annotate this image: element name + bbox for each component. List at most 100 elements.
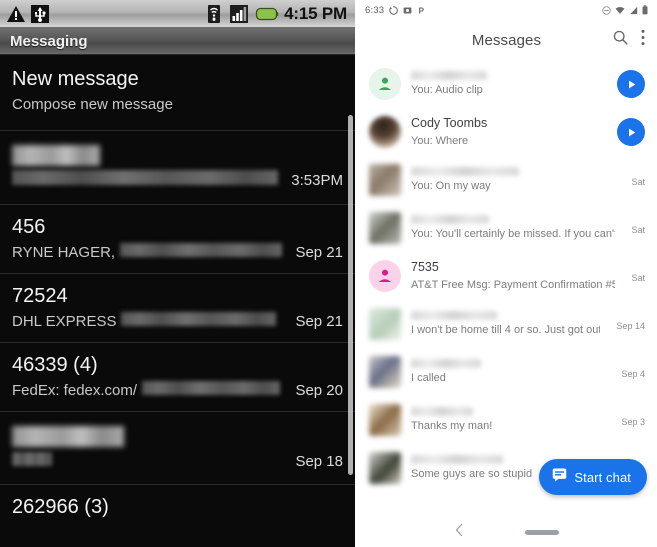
list-item[interactable]: Thanks my man! Sep 3 — [355, 396, 657, 444]
list-item-subtitle: Compose new message — [12, 96, 173, 113]
search-icon[interactable] — [612, 29, 629, 51]
list-item-text: I called — [411, 359, 605, 385]
play-button[interactable] — [617, 118, 645, 146]
start-chat-label: Start chat — [574, 469, 631, 485]
legacy-clock: 4:15 PM — [284, 3, 347, 23]
play-icon — [628, 128, 635, 136]
avatar — [369, 260, 401, 292]
list-item[interactable]: I called Sep 4 — [355, 348, 657, 396]
list-item[interactable]: You: You'll certainly be missed. If you … — [355, 204, 657, 252]
avatar — [369, 116, 401, 148]
app-bar-actions — [612, 29, 645, 51]
list-item[interactable]: 7535 AT&T Free Msg: Payment Confirmation… — [355, 252, 657, 300]
redacted-subtitle — [12, 452, 52, 466]
list-item-title: 46339 (4) — [12, 354, 98, 376]
list-item-meta: Sep 14 — [610, 317, 645, 331]
list-item-text: You: On my way — [411, 167, 615, 193]
list-item-date: Sep 4 — [621, 369, 645, 379]
legacy-title-bar: Messaging — [0, 28, 355, 55]
list-item[interactable]: 46339 (4) FedEx: fedex.com/ Sep 20 — [0, 343, 355, 412]
list-item-date: Sep 21 — [295, 313, 343, 330]
redacted-contact-name — [411, 455, 503, 464]
list-item-date: Sat — [631, 177, 645, 187]
list-item-snippet: AT&T Free Msg: Payment Confirmation #5Z8… — [411, 279, 616, 291]
dnd-icon — [602, 5, 611, 15]
person-icon — [378, 77, 392, 90]
signal-icon — [629, 6, 638, 15]
list-item-text: I won't be home till 4 or so. Just got o… — [411, 311, 600, 337]
legacy-conversation-list[interactable]: New message Compose new message 3:53PM 4… — [0, 55, 355, 547]
list-item-title: 72524 — [12, 285, 68, 307]
list-item[interactable]: Sep 18 — [0, 412, 355, 485]
list-item[interactable]: Cody Toombs You: Where — [355, 108, 657, 156]
list-item-subtitle: FedEx: fedex.com/ — [12, 382, 138, 399]
avatar — [369, 404, 401, 436]
list-item-subline: Sep 18 — [12, 451, 343, 473]
list-item-date: Sep 21 — [295, 244, 343, 261]
legacy-status-bar: 4:15 PM — [0, 0, 355, 28]
list-item-date: 3:53PM — [291, 172, 343, 189]
list-item-subline: DHL EXPRESS Sep 21 — [12, 311, 343, 333]
more-vert-icon[interactable] — [641, 29, 645, 51]
battery-icon — [642, 5, 648, 15]
list-item[interactable]: I won't be home till 4 or so. Just got o… — [355, 300, 657, 348]
back-chevron-icon[interactable] — [454, 523, 465, 542]
list-item-text: Cody Toombs You: Where — [411, 116, 601, 148]
app-title: Messages — [471, 31, 542, 49]
list-item-date: Sep 14 — [616, 321, 645, 331]
page-title: Messaging — [10, 32, 88, 50]
list-item[interactable]: 262966 (3) — [0, 485, 355, 531]
legacy-android-messaging-screen: 4:15 PM Messaging New message Compose ne… — [0, 0, 355, 547]
signal-icon — [229, 4, 249, 24]
list-item-title: 456 — [12, 216, 46, 238]
redacted-subtitle — [142, 381, 281, 395]
list-item[interactable]: You: On my way Sat — [355, 156, 657, 204]
start-chat-fab[interactable]: Start chat — [539, 459, 647, 495]
list-item[interactable]: 3:53PM — [0, 131, 355, 205]
list-item-meta: Sep 4 — [615, 365, 645, 379]
redacted-subtitle — [120, 243, 283, 257]
list-item-new-message[interactable]: New message Compose new message — [0, 55, 355, 131]
list-item-title: New message — [12, 68, 139, 90]
modern-status-bar: 6:33 P — [355, 0, 657, 20]
list-item-snippet: I won't be home till 4 or so. Just got o… — [411, 324, 601, 336]
list-item-contact-name: 7535 — [411, 260, 439, 274]
avatar — [369, 356, 401, 388]
wifi-icon — [204, 4, 224, 24]
system-navigation-bar — [355, 517, 657, 547]
list-item-title — [12, 142, 343, 168]
list-item-date: Sat — [631, 225, 645, 235]
avatar — [369, 212, 401, 244]
list-item-snippet: You: Where — [411, 135, 469, 147]
sync-icon — [389, 5, 399, 15]
list-item[interactable]: You: Audio clip — [355, 60, 657, 108]
list-item-text: Thanks my man! — [411, 407, 605, 433]
person-icon — [378, 269, 392, 282]
list-item-snippet: You: You'll certainly be missed. If you … — [411, 228, 616, 240]
list-item-meta — [611, 70, 645, 98]
avatar — [369, 308, 401, 340]
modern-status-left-icons: 6:33 P — [365, 5, 426, 16]
redacted-contact-name — [411, 407, 473, 416]
redacted-title — [12, 426, 124, 448]
list-item-meta: Sat — [625, 173, 645, 187]
redacted-contact-name — [411, 311, 497, 320]
list-item[interactable]: 72524 DHL EXPRESS Sep 21 — [0, 274, 355, 343]
home-pill[interactable] — [524, 529, 559, 535]
svg-text:P: P — [419, 6, 425, 15]
list-item-snippet: You: Audio clip — [411, 84, 483, 96]
legacy-status-right-icons — [204, 4, 280, 24]
list-item-contact-name: Cody Toombs — [411, 116, 488, 130]
play-button[interactable] — [617, 70, 645, 98]
chat-bubble-icon — [552, 467, 567, 487]
list-item-text: You: You'll certainly be missed. If you … — [411, 215, 615, 241]
list-item-subline: FedEx: fedex.com/ Sep 20 — [12, 380, 343, 402]
avatar — [369, 68, 401, 100]
redacted-contact-name — [411, 215, 489, 224]
modern-app-bar: Messages — [355, 20, 657, 60]
scrollbar[interactable] — [348, 115, 353, 475]
list-item[interactable]: 456 RYNE HAGER, Sep 21 — [0, 205, 355, 274]
warning-icon — [6, 4, 26, 24]
list-item-meta: Sat — [625, 269, 645, 283]
redacted-contact-name — [411, 359, 481, 368]
